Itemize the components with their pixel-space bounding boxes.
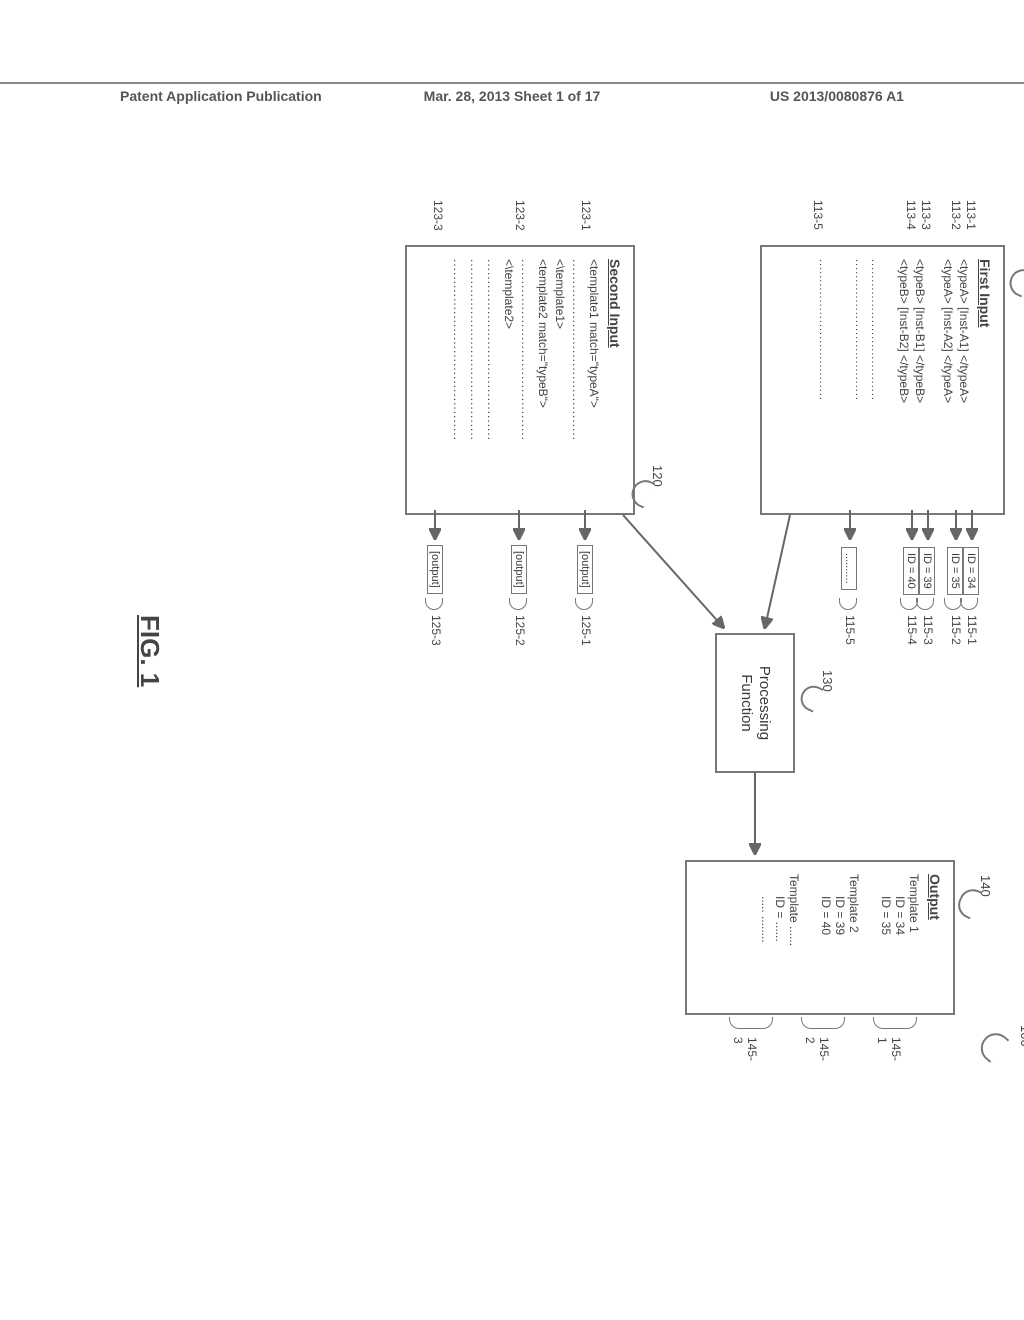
output-tag-2: [output] xyxy=(511,545,527,594)
arc-140 xyxy=(954,885,983,920)
ref-113-1: 113-1 xyxy=(964,200,978,230)
second-input-row-2a: <template2 match="typeB"> xyxy=(536,259,550,501)
first-input-title: First Input xyxy=(977,259,993,501)
output-title: Output xyxy=(927,874,943,1001)
ref-115-2: 115-2 xyxy=(949,615,963,645)
output-g1-l2: ID = 35 xyxy=(879,874,893,1001)
second-input-row-3a: ........................................… xyxy=(485,259,499,501)
id-box-5: .......... xyxy=(841,547,857,590)
id-box-3: ID = 39 xyxy=(919,547,935,595)
second-input-row-1b: ........................................… xyxy=(570,259,584,501)
output-box: Output Template 1 ID = 34 ID = 35 Templa… xyxy=(685,860,955,1015)
arc-125-2 xyxy=(509,598,527,610)
ref-145-2: 145-2 xyxy=(803,1037,831,1061)
arc-115-4 xyxy=(900,598,918,610)
output-g3-name: Template ...... xyxy=(787,874,801,1001)
second-input-row-1c: <\template1> xyxy=(553,259,567,501)
first-input-dots-2: ................................... xyxy=(853,259,865,501)
processing-function-box: Processing Function xyxy=(715,633,795,773)
ref-125-3: 125-3 xyxy=(429,615,443,646)
first-input-dots-1: ................................... xyxy=(869,259,881,501)
output-g3-l1: ID = ...... xyxy=(773,874,787,1001)
first-input-row-1: <typeA> [Inst-A1] </typeA> xyxy=(957,259,971,501)
output-g1-l1: ID = 34 xyxy=(893,874,907,1001)
id-box-1: ID = 34 xyxy=(963,547,979,595)
second-input-row-2c: <\template2> xyxy=(502,259,516,501)
arc-145-3 xyxy=(729,1017,773,1029)
arc-145-2 xyxy=(801,1017,845,1029)
arc-145-1 xyxy=(873,1017,917,1029)
arc-115-5 xyxy=(839,598,857,610)
id-box-4: ID = 40 xyxy=(903,547,919,595)
header-left: Patent Application Publication xyxy=(0,88,381,104)
figure-diagram: 100 First Input <typeA> [Inst-A1] </type… xyxy=(75,315,945,985)
first-input-dots-3: ................................... xyxy=(817,259,829,501)
ref-123-1: 123-1 xyxy=(579,200,593,231)
output-group-1: Template 1 ID = 34 ID = 35 xyxy=(879,874,921,1001)
second-input-title: Second Input xyxy=(607,259,623,501)
figure-label: FIG. 1 xyxy=(134,615,165,687)
processing-function-label: Processing Function xyxy=(737,666,773,740)
arc-115-1 xyxy=(960,598,978,610)
first-input-row-4: <typeB> [Inst-B2] </typeB> xyxy=(897,259,911,501)
page-header: Patent Application Publication Mar. 28, … xyxy=(0,82,1024,104)
ref-113-4: 113-4 xyxy=(904,200,918,230)
ref-115-4: 115-4 xyxy=(905,615,919,645)
arc-100 xyxy=(975,1027,1010,1063)
output-g2-l2: ID = 40 xyxy=(819,874,833,1001)
second-input-row-3b: ........................................… xyxy=(468,259,482,501)
ref-113-2: 113-2 xyxy=(949,200,963,230)
ref-113-3: 113-3 xyxy=(919,200,933,230)
id-box-2: ID = 35 xyxy=(947,547,963,595)
ref-125-2: 125-2 xyxy=(513,615,527,646)
output-group-3: Template ...... ID = ...... ..... ......… xyxy=(759,874,801,1001)
ref-115-1: 115-1 xyxy=(965,615,979,645)
ref-115-3: 115-3 xyxy=(921,615,935,645)
arc-125-3 xyxy=(425,598,443,610)
ref-115-5: 115-5 xyxy=(843,615,857,645)
ref-123-2: 123-2 xyxy=(513,200,527,231)
header-right: US 2013/0080876 A1 xyxy=(643,88,1024,104)
arc-115-2 xyxy=(944,598,962,610)
second-input-box: Second Input <template1 match="typeA"> .… xyxy=(405,245,635,515)
ref-123-3: 123-3 xyxy=(431,200,445,231)
header-center: Mar. 28, 2013 Sheet 1 of 17 xyxy=(381,88,642,104)
first-input-box: First Input <typeA> [Inst-A1] </typeA> <… xyxy=(760,245,1005,515)
ref-100: 100 xyxy=(1018,1025,1024,1047)
arc-125-1 xyxy=(575,598,593,610)
output-g3-l2: ..... ........ xyxy=(759,874,773,1001)
ref-113-5: 113-5 xyxy=(811,200,825,230)
second-input-row-1a: <template1 match="typeA"> xyxy=(587,259,601,501)
arc-115-3 xyxy=(916,598,934,610)
ref-125-1: 125-1 xyxy=(579,615,593,646)
arc-110 xyxy=(1005,265,1024,298)
ref-145-1: 145-1 xyxy=(875,1037,903,1061)
first-input-row-2: <typeA> [Inst-A2] </typeA> xyxy=(941,259,955,501)
output-group-2: Template 2 ID = 39 ID = 40 xyxy=(819,874,861,1001)
output-tag-3: [output] xyxy=(427,545,443,594)
second-input-row-3c: ........................................… xyxy=(451,259,465,501)
output-g1-name: Template 1 xyxy=(907,874,921,1001)
ref-145-3: 145-3 xyxy=(731,1037,759,1061)
second-input-row-2b: ........................................… xyxy=(519,259,533,501)
output-g2-l1: ID = 39 xyxy=(833,874,847,1001)
first-input-row-3: <typeB> [Inst-B1] </typeB> xyxy=(913,259,927,501)
output-g2-name: Template 2 xyxy=(847,874,861,1001)
output-tag-1: [output] xyxy=(577,545,593,594)
